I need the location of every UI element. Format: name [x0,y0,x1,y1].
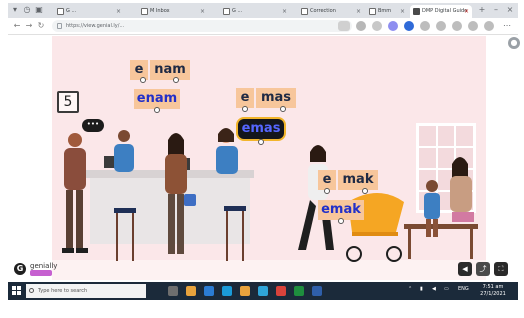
extension-icon[interactable] [356,21,366,31]
resize-handle[interactable] [338,218,344,224]
resize-handle[interactable] [280,106,286,112]
browser-tab[interactable]: G ... × [54,5,124,18]
lock-icon [57,23,62,29]
more-menu-icon[interactable]: ⋯ [502,21,512,31]
collections-icon[interactable] [436,21,446,31]
tray-up-arrow-icon[interactable]: ⌃ [408,286,412,292]
page-icon [223,8,230,15]
page-icon [413,8,420,15]
history-icon[interactable]: ◷ [22,5,32,15]
new-tab-icon[interactable]: + [476,4,488,16]
genially-logo-icon[interactable]: G [14,263,26,275]
resize-handle[interactable] [154,107,160,113]
extension-icon[interactable] [452,21,462,31]
share-icon[interactable] [484,21,494,31]
cast-icon[interactable] [338,21,350,31]
syllable-root-2[interactable]: mas [256,88,296,108]
syllable-prefix-1[interactable]: e [130,60,148,80]
word-icon[interactable] [312,286,322,296]
page-icon [57,8,64,15]
resize-handle[interactable] [242,106,248,112]
browser-tab-active[interactable]: DMP Digital Guide × [410,5,472,18]
chrome-icon[interactable] [276,286,286,296]
genially-brand: genially [30,262,58,270]
search-icon [29,288,34,293]
windows-taskbar: Type here to search ⌃ ▮ ◀ ▭ ENG 7:51 am … [8,282,518,300]
resize-handle[interactable] [258,139,264,145]
edge-icon[interactable] [204,286,214,296]
folder-icon[interactable] [240,286,250,296]
close-tab-icon[interactable]: × [356,5,361,18]
photos-icon[interactable] [258,286,268,296]
extension-icon[interactable] [388,21,398,31]
resize-handle[interactable] [324,188,330,194]
sidebar-toggle-icon[interactable]: ● [508,37,520,49]
browser-tab-strip: ▾ ◷ ▣ G ... × M Inbox × G ... × Correcti… [8,3,518,18]
taskbar-search-input[interactable]: Type here to search [26,284,146,298]
share-icon[interactable]: ⤴ [476,262,490,276]
close-tab-icon[interactable]: × [200,5,205,18]
browser-tab[interactable]: Correction × [298,5,364,18]
skype-icon[interactable] [222,286,232,296]
resize-handle[interactable] [362,188,368,194]
back-navigation-icon[interactable]: ◀ [458,262,472,276]
minimize-icon[interactable]: – [490,4,502,16]
volume-icon[interactable]: ◀ [432,286,436,292]
address-bar[interactable]: https://view.genial.ly/... [52,20,352,32]
page-icon [301,8,308,15]
browser-toolbar: ← → ↻ https://view.genial.ly/... ⋯ [8,18,518,35]
resize-handle[interactable] [173,77,179,83]
refresh-icon[interactable]: ↻ [36,21,46,31]
speech-bubble: ••• [82,119,104,132]
browser-tab[interactable]: Bmm × [366,5,408,18]
syllable-prefix-2[interactable]: e [236,88,254,108]
screen: ▾ ◷ ▣ G ... × M Inbox × G ... × Correcti… [0,0,524,318]
page-icon [369,8,376,15]
close-tab-icon[interactable]: × [116,5,121,18]
fullscreen-icon[interactable]: ⛶ [494,262,508,276]
syllable-root-3[interactable]: mak [338,170,378,190]
genially-badge [30,270,52,276]
browser-tab[interactable]: G ... × [220,5,290,18]
syllable-root-1[interactable]: nam [150,60,190,80]
url-text: https://view.genial.ly/... [66,23,125,29]
slide-canvas: 5 ••• e nam enam e mas emas e mak emak [52,36,486,280]
close-window-icon[interactable]: × [504,4,516,16]
pen-icon[interactable] [404,21,414,31]
file-explorer-icon[interactable] [186,286,196,296]
close-tab-icon[interactable]: × [282,5,287,18]
favorite-star-icon[interactable] [372,21,382,31]
collections-icon[interactable]: ▣ [34,5,44,15]
taskbar-clock[interactable]: 7:51 am 27/1/2021 [478,284,508,298]
syllable-prefix-3[interactable]: e [318,170,336,190]
bank-scene-illustration [62,128,478,262]
language-indicator[interactable]: ENG [458,286,469,292]
close-tab-icon[interactable]: × [464,5,469,18]
resize-handle[interactable] [140,77,146,83]
word-answer-3[interactable]: emak [318,200,364,220]
browser-tab[interactable]: M Inbox × [138,5,208,18]
battery-icon[interactable]: ▭ [444,286,449,292]
page-icon [141,8,148,15]
back-icon[interactable]: ← [12,21,22,31]
network-icon[interactable]: ▮ [420,286,423,292]
word-answer-1[interactable]: enam [134,89,180,109]
tab-search-icon[interactable]: ▾ [10,5,20,15]
extension-icon[interactable] [420,21,430,31]
excel-icon[interactable] [294,286,304,296]
windows-start-icon[interactable] [12,286,22,296]
word-answer-2-selected[interactable]: emas [236,117,286,141]
forward-icon[interactable]: → [24,21,34,31]
task-view-icon[interactable] [168,286,178,296]
profile-icon[interactable] [468,21,478,31]
close-tab-icon[interactable]: × [400,5,405,18]
